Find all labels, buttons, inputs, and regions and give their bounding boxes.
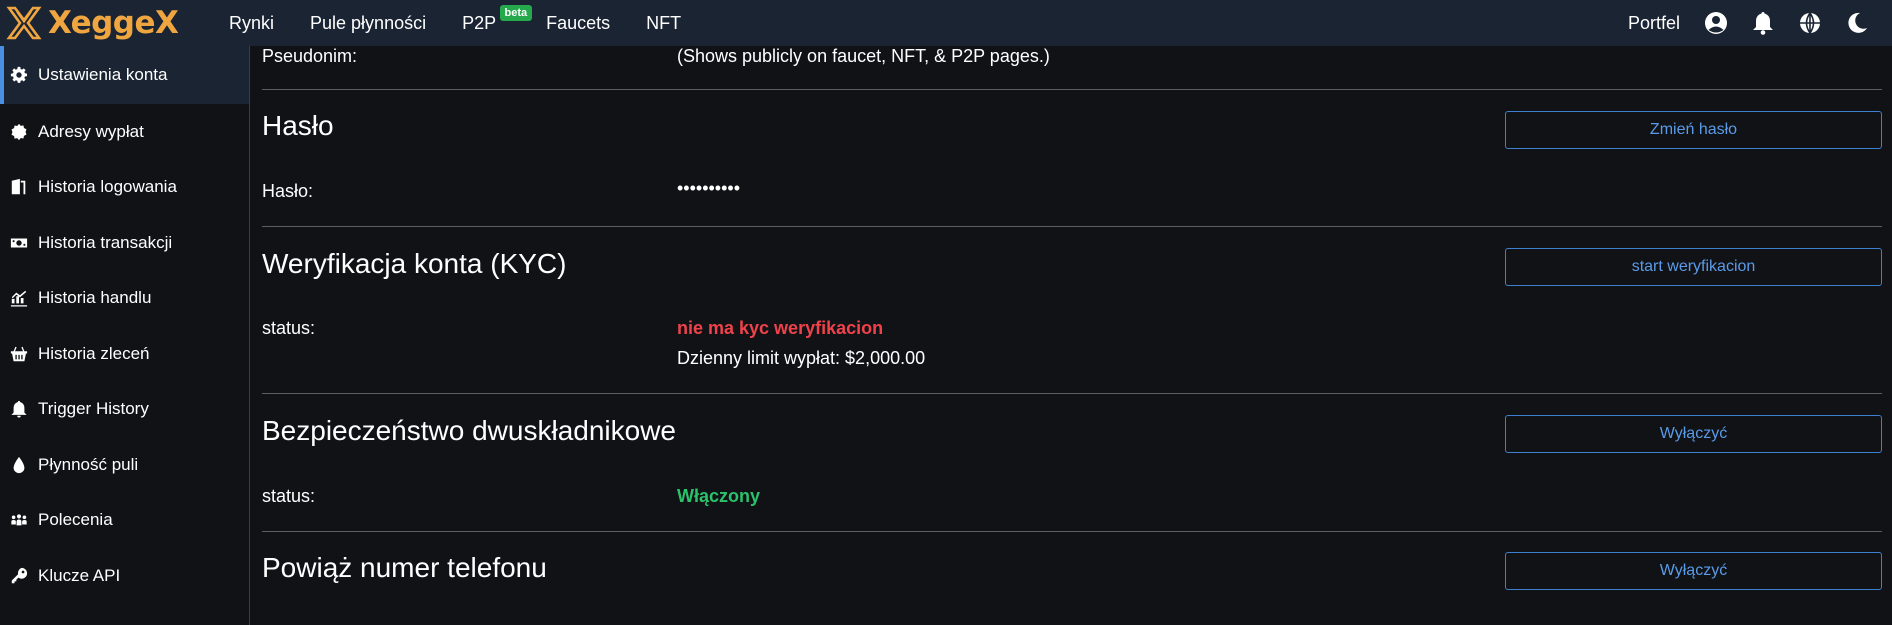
divider xyxy=(262,226,1882,227)
sidebar-item-referrals[interactable]: Polecenia xyxy=(0,493,249,549)
twofa-status-value: Włączony xyxy=(677,486,761,506)
twofa-section-title: Bezpieczeństwo dwuskładnikowe xyxy=(262,415,676,446)
xeggex-logo-icon xyxy=(6,6,42,40)
divider xyxy=(262,89,1882,90)
divider xyxy=(262,531,1882,532)
user-circle-icon[interactable] xyxy=(1704,11,1728,35)
nav-markets[interactable]: Rynki xyxy=(211,0,292,46)
basket-icon xyxy=(9,344,29,364)
drop-icon xyxy=(9,455,29,475)
sidebar-item-trade-history[interactable]: Historia handlu xyxy=(0,271,249,327)
wallet-link[interactable]: Portfel xyxy=(1628,13,1680,34)
nav-liquidity-pools[interactable]: Pule płynności xyxy=(292,0,444,46)
sidebar-item-label: Płynność puli xyxy=(38,454,139,474)
nav-label: Rynki xyxy=(229,13,275,33)
kyc-status-label: status: xyxy=(262,318,316,338)
twofa-status-label: status: xyxy=(262,486,316,506)
sidebar-item-trigger-history[interactable]: Trigger History xyxy=(0,382,249,438)
sidebar-item-label: Historia transakcji xyxy=(38,232,173,252)
sidebar-item-account-settings[interactable]: Ustawienia konta xyxy=(0,46,249,104)
chart-icon xyxy=(9,288,29,308)
main-nav: Rynki Pule płynności P2P beta Faucets NFT xyxy=(211,0,699,46)
top-navbar: XeggeX Rynki Pule płynności P2P beta Fauc… xyxy=(0,0,1892,46)
nickname-value: (Shows publicly on faucet, NFT, & P2P pa… xyxy=(677,46,1050,66)
kyc-status-value: nie ma kyc weryfikacion xyxy=(677,318,884,338)
nav-faucets[interactable]: Faucets xyxy=(528,0,628,46)
sidebar-item-label: Historia handlu xyxy=(38,288,152,308)
nickname-label: Pseudonim: xyxy=(262,46,358,66)
sidebar-item-label: Ustawienia konta xyxy=(38,65,168,84)
account-settings-content: Pseudonim: (Shows publicly on faucet, NF… xyxy=(262,46,1882,625)
sidebar-item-transaction-history[interactable]: Historia transakcji xyxy=(0,215,249,271)
bell-icon xyxy=(9,399,29,419)
badge-icon xyxy=(9,122,29,142)
divider xyxy=(262,393,1882,394)
password-value: •••••••••• xyxy=(677,178,741,198)
sidebar-item-order-history[interactable]: Historia zleceń xyxy=(0,326,249,382)
sidebar-item-label: Historia logowania xyxy=(38,177,177,197)
phone-section-title: Powiąż numer telefonu xyxy=(262,552,547,583)
nav-label: NFT xyxy=(646,13,682,33)
sidebar-item-pool-liquidity[interactable]: Płynność puli xyxy=(0,437,249,493)
sidebar-item-label: Historia zleceń xyxy=(38,343,150,363)
key-icon xyxy=(9,566,29,586)
nav-nft[interactable]: NFT xyxy=(628,0,699,46)
nav-label: P2P xyxy=(462,13,497,33)
money-icon xyxy=(9,233,29,253)
gear-icon xyxy=(9,65,29,85)
globe-icon[interactable] xyxy=(1798,11,1822,35)
sidebar-item-label: Klucze API xyxy=(38,565,121,585)
bell-icon[interactable] xyxy=(1751,11,1775,35)
password-section-title: Hasło xyxy=(262,110,334,141)
start-kyc-button[interactable]: start weryfikacion xyxy=(1505,248,1882,286)
door-icon xyxy=(9,177,29,197)
nav-label: Pule płynności xyxy=(310,13,427,33)
sidebar-item-api-keys[interactable]: Klucze API xyxy=(0,548,249,604)
nav-label: Faucets xyxy=(546,13,611,33)
people-icon xyxy=(9,510,29,530)
password-label: Hasło: xyxy=(262,181,314,201)
disable-2fa-button[interactable]: Wyłączyć xyxy=(1505,415,1882,453)
sidebar-item-label: Trigger History xyxy=(38,399,149,419)
disable-phone-button[interactable]: Wyłączyć xyxy=(1505,552,1882,590)
sidebar-item-label: Polecenia xyxy=(38,510,113,530)
brand-name: XeggeX xyxy=(48,5,179,41)
nav-p2p[interactable]: P2P beta xyxy=(444,0,533,46)
change-password-button[interactable]: Zmień hasło xyxy=(1505,111,1882,149)
brand-logo[interactable]: XeggeX xyxy=(6,5,211,41)
sidebar-item-withdrawal-addresses[interactable]: Adresy wypłat xyxy=(0,104,249,160)
kyc-section-title: Weryfikacja konta (KYC) xyxy=(262,248,567,279)
sidebar-item-label: Adresy wypłat xyxy=(38,121,144,141)
sidebar-item-login-history[interactable]: Historia logowania xyxy=(0,160,249,216)
account-sidebar: Ustawienia konta Adresy wypłat Historia … xyxy=(0,46,250,625)
withdrawal-limit-text: Dzienny limit wypłat: $2,000.00 xyxy=(677,348,926,368)
moon-icon[interactable] xyxy=(1845,11,1869,35)
